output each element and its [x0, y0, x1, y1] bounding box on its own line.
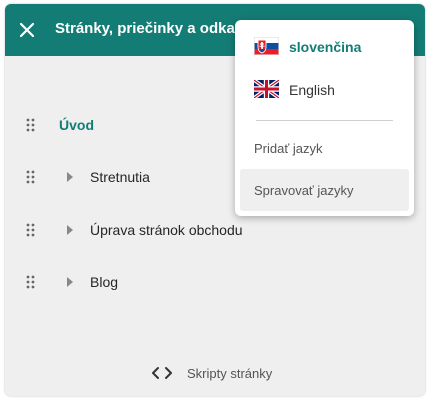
close-button[interactable]	[13, 16, 41, 44]
slovakia-flag-icon	[254, 37, 279, 55]
expand-arrow-icon[interactable]	[66, 172, 74, 182]
page-scripts-button[interactable]: Skripty stránky	[151, 361, 272, 385]
nav-item-uprava-stranok-obchodu[interactable]: Úprava stránok obchodu	[5, 212, 425, 248]
code-icon	[152, 367, 172, 379]
language-label: slovenčina	[289, 39, 362, 55]
menu-divider	[256, 120, 393, 121]
language-menu: slovenčina English Pridať jazyk Spravova…	[235, 20, 414, 216]
uk-flag-icon	[254, 80, 279, 98]
manage-languages-label: Spravovať jazyky	[254, 182, 354, 198]
manage-languages-item[interactable]: Spravovať jazyky	[240, 169, 409, 211]
panel-title: Stránky, priečinky a odkazy	[55, 20, 251, 37]
language-label: English	[289, 82, 335, 98]
drag-handle-icon[interactable]	[25, 118, 37, 132]
drag-handle-icon[interactable]	[25, 223, 37, 237]
expand-arrow-icon[interactable]	[66, 277, 74, 287]
add-language-label: Pridať jazyk	[254, 140, 323, 156]
expand-arrow-icon[interactable]	[66, 225, 74, 235]
nav-item-blog[interactable]: Blog	[5, 264, 425, 300]
nav-item-label[interactable]: Úprava stránok obchodu	[90, 222, 243, 238]
nav-item-label[interactable]: Úvod	[59, 117, 94, 133]
drag-handle-icon[interactable]	[25, 275, 37, 289]
nav-item-label[interactable]: Blog	[90, 274, 118, 290]
page-scripts-label: Skripty stránky	[187, 365, 273, 381]
language-option-english[interactable]: English	[240, 69, 409, 111]
language-option-slovencina[interactable]: slovenčina	[240, 26, 409, 68]
close-icon	[19, 22, 35, 38]
nav-item-label[interactable]: Stretnutia	[90, 169, 150, 185]
drag-handle-icon[interactable]	[25, 170, 37, 184]
add-language-item[interactable]: Pridať jazyk	[240, 127, 409, 169]
